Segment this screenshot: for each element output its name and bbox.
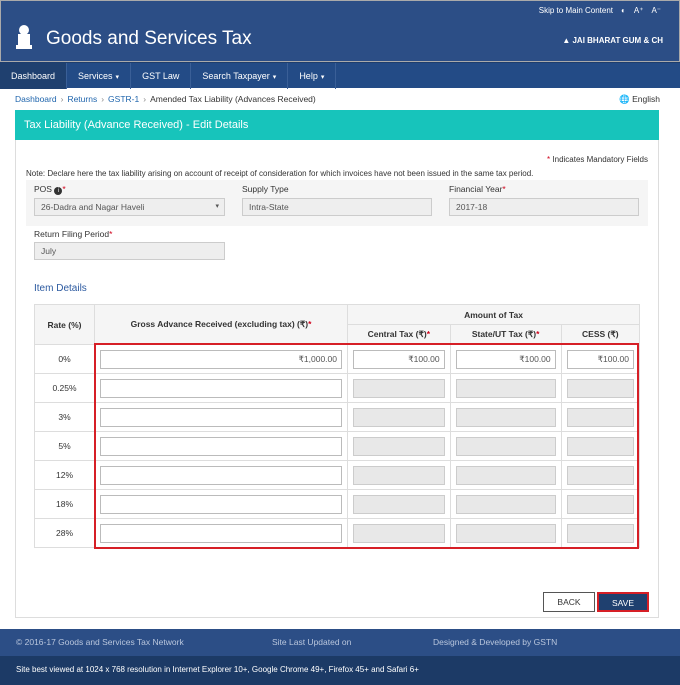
central-header: Central Tax (₹)* [347,324,451,345]
breadcrumb: Dashboard › Returns › GSTR-1 › Amended Tax … [15,94,316,104]
footer-copyright: © 2016-17 Goods and Services Tax Network [16,637,184,647]
user-name: JAI BHARAT GUM & CH [572,36,663,45]
back-button[interactable]: BACK [543,592,595,612]
breadcrumb-current: Amended Tax Liability (Advances Received… [150,94,316,104]
rate-header: Rate (%) [34,304,95,345]
gross-header: Gross Advance Received (excluding tax) (… [94,304,348,345]
contrast-icon[interactable]: ◐ [621,6,626,15]
financial-year-label: Financial Year* [449,184,506,194]
gross-advance-input[interactable]: ₹1,000.00 [100,349,342,369]
table-row: 3% [34,402,641,432]
user-menu[interactable]: ▲ JAI BHARAT GUM & CH [562,36,663,45]
breadcrumb-separator: › [60,94,64,104]
table-row: 0.25% [34,373,641,403]
cess-input[interactable]: ₹100.00 [566,349,634,369]
rate-cell: 0.25% [34,373,95,403]
cess-input [566,436,634,456]
footer-designed: Designed & Developed by GSTN [433,637,558,647]
table-row: 18% [34,489,641,519]
item-details-table: Rate (%) Gross Advance Received (excludi… [34,304,641,548]
rate-cell: 18% [34,489,95,519]
central-tax-input [353,465,445,485]
gross-advance-input[interactable] [100,436,342,456]
central-tax-input [353,523,445,543]
table-row: 0% ₹1,000.00 ₹100.00 ₹100.00 ₹100.00 [34,344,641,374]
cess-header: CESS (₹) [560,324,641,345]
breadcrumb-separator: › [143,94,147,104]
emblem-icon [16,25,32,49]
state-tax-input[interactable]: ₹100.00 [455,349,556,369]
page-title: Tax Liability (Advance Received) - Edit … [15,110,659,140]
return-period-field: July [34,242,225,260]
main-nav: Dashboard Services ▾ GST Law Search Taxpa… [0,62,680,89]
pos-select[interactable]: 26-Dadra and Nagar Haveli ▾ [34,198,225,216]
user-icon: ▲ [562,36,573,45]
footer-updated: Site Last Updated on [272,637,352,647]
state-tax-input [455,378,556,398]
header-bar: Skip to Main Content ◐ A⁺ A⁻ Goods and S… [0,0,680,62]
rate-cell: 0% [34,344,95,374]
utility-links: Skip to Main Content ◐ A⁺ A⁻ [539,6,661,15]
gross-advance-input[interactable] [100,465,342,485]
language-selector[interactable]: 🌐 English [619,94,660,105]
rate-cell: 12% [34,460,95,490]
cess-input [566,407,634,427]
site-title[interactable]: Goods and Services Tax [46,28,252,50]
nav-services[interactable]: Services ▾ [67,63,132,89]
nav-search-taxpayer[interactable]: Search Taxpayer ▾ [191,63,289,89]
rate-cell: 3% [34,402,95,432]
state-tax-input [455,465,556,485]
supply-type-field: Intra-State [242,198,432,216]
browser-note: Site best viewed at 1024 x 768 resolutio… [0,656,680,685]
font-decrease-button[interactable]: A⁻ [651,6,661,15]
financial-year-field: 2017-18 [449,198,639,216]
rate-cell: 28% [34,518,95,548]
central-tax-input[interactable]: ₹100.00 [353,349,445,369]
gross-advance-input[interactable] [100,494,342,514]
footer: © 2016-17 Goods and Services Tax Network… [0,629,680,656]
cess-input [566,378,634,398]
supply-type-label: Supply Type [242,184,289,194]
breadcrumb-gstr1[interactable]: GSTR-1 [108,94,139,104]
state-tax-input [455,523,556,543]
chevron-down-icon: ▾ [320,74,325,81]
state-tax-input [455,494,556,514]
item-details-heading: Item Details [34,283,87,294]
nav-dashboard[interactable]: Dashboard [0,63,68,89]
chevron-down-icon: ▾ [115,74,120,81]
breadcrumb-separator: › [101,94,105,104]
gross-advance-input[interactable] [100,407,342,427]
gross-advance-input[interactable] [100,523,342,543]
chevron-down-icon: ▾ [272,74,277,81]
cess-input [566,523,634,543]
pos-label: POS i * [34,184,66,195]
table-row: 12% [34,460,641,490]
central-tax-input [353,436,445,456]
table-row: 5% [34,431,641,461]
save-button[interactable]: SAVE [597,592,649,612]
font-increase-button[interactable]: A⁺ [634,6,644,15]
globe-icon: 🌐 [619,94,633,104]
return-period-label: Return Filing Period* [34,229,113,239]
state-tax-input [455,407,556,427]
state-tax-input [455,436,556,456]
nav-gst-law[interactable]: GST Law [131,63,192,89]
breadcrumb-returns[interactable]: Returns [67,94,97,104]
breadcrumb-dashboard[interactable]: Dashboard [15,94,57,104]
nav-help[interactable]: Help ▾ [288,63,337,89]
central-tax-input [353,378,445,398]
chevron-down-icon: ▾ [215,203,219,210]
state-header: State/UT Tax (₹)* [449,324,562,345]
table-row: 28% [34,518,641,548]
skip-link[interactable]: Skip to Main Content [539,6,613,15]
amount-header: Amount of Tax [347,304,640,325]
cess-input [566,465,634,485]
rate-cell: 5% [34,431,95,461]
cess-input [566,494,634,514]
note-text: Note: Declare here the tax liability ari… [26,169,534,178]
mandatory-legend: * Indicates Mandatory Fields [547,155,648,164]
central-tax-input [353,494,445,514]
central-tax-input [353,407,445,427]
gross-advance-input[interactable] [100,378,342,398]
